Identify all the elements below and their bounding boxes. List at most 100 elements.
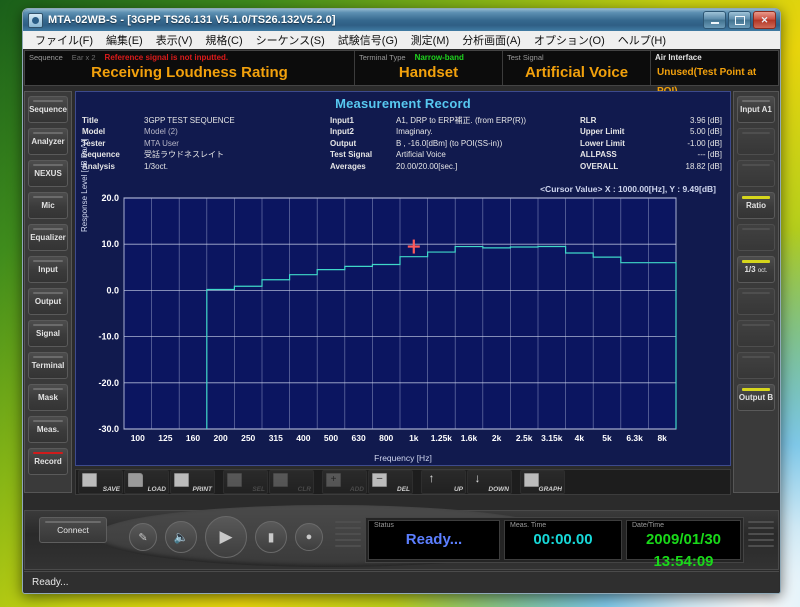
connect-button-label: Connect: [57, 525, 89, 535]
left-sidebar: Sequence Analyzer NEXUS Mic Equalizer Input Ou…: [24, 91, 72, 493]
rail-item-1-3-oct[interactable]: 1/3 oct.: [737, 256, 775, 283]
record-icon[interactable]: ●: [295, 523, 323, 551]
readout-group: Status Ready... Meas. Time 00:00.00 Date…: [365, 517, 744, 570]
sidebar-item-nexus[interactable]: NEXUS: [28, 160, 68, 187]
application-body: Sequence Ear x 2 Reference signal is not…: [23, 49, 780, 571]
graph-button[interactable]: GRAPH: [520, 470, 565, 494]
minus-icon: –: [372, 473, 387, 487]
button-cap: [33, 196, 63, 198]
metadata-key: Title: [82, 115, 99, 125]
plot-area[interactable]: Response Level [dB Pa/V] 20.0 10.0 0.0 -10.…: [76, 139, 730, 467]
terminal-band-mode: Narrow-band: [414, 53, 464, 62]
clear-icon: [273, 473, 288, 487]
sequence-info-panel[interactable]: Sequence Ear x 2 Reference signal is not…: [25, 51, 355, 85]
test-signal-panel[interactable]: Test Signal Artificial Voice: [503, 51, 651, 85]
load-button[interactable]: LOAD: [124, 470, 169, 494]
button-cap: [742, 100, 770, 102]
print-button[interactable]: PRINT: [170, 470, 215, 494]
terminal-type-panel[interactable]: Terminal Type Narrow-band Handset: [355, 51, 503, 85]
button-cap: [33, 292, 63, 294]
metadata-value: --- [dB]: [697, 150, 722, 159]
metadata-key: Input2: [330, 127, 354, 136]
menu-item-measure[interactable]: 測定(M): [405, 31, 456, 49]
connect-button[interactable]: Connect: [39, 517, 107, 543]
metadata-key: ALLPASS: [580, 150, 617, 159]
sidebar-item-sequence[interactable]: Sequence: [28, 96, 68, 123]
up-button[interactable]: ↑ UP: [421, 470, 466, 494]
metadata-row: Tester MTA User: [82, 138, 330, 148]
sidebar-item-meas[interactable]: Meas.: [28, 416, 68, 443]
sidebar-item-terminal[interactable]: Terminal: [28, 352, 68, 379]
stop-icon[interactable]: ▮: [255, 521, 287, 553]
menu-item-file[interactable]: ファイル(F): [29, 31, 99, 49]
metadata-row: OVERALL 18.82 [dB]: [580, 161, 724, 171]
button-cap: [33, 388, 63, 390]
menu-item-view[interactable]: 表示(V): [150, 31, 199, 49]
rail-item-blank-8: [737, 352, 775, 379]
menu-item-analysis[interactable]: 分析画面(A): [456, 31, 527, 49]
button-cap: [33, 228, 63, 230]
menu-item-help[interactable]: ヘルプ(H): [612, 31, 672, 49]
sidebar-item-mic[interactable]: Mic: [28, 192, 68, 219]
sidebar-item-equalizer[interactable]: Equalizer: [28, 224, 68, 251]
select-icon: [227, 473, 242, 487]
sequence-value: Receiving Loudness Rating: [91, 64, 288, 81]
menu-item-options[interactable]: オプション(O): [528, 31, 611, 49]
down-button[interactable]: ↓ DOWN: [467, 470, 512, 494]
x-tick-label: 200: [214, 433, 228, 443]
meas-time-value: 00:00.00: [533, 531, 593, 548]
menu-item-edit[interactable]: 編集(E): [100, 31, 149, 49]
metadata-value: B , -16.0[dBm] (to POI(SS-in)): [396, 138, 503, 148]
sidebar-item-label: 1/3 oct.: [744, 265, 768, 274]
metadata-key: Model: [82, 127, 106, 136]
x-tick-label: 315: [269, 433, 283, 443]
floppy-icon: [82, 473, 97, 487]
button-cap: [742, 260, 770, 263]
sidebar-item-analyzer[interactable]: Analyzer: [28, 128, 68, 155]
rail-item-input-a1[interactable]: Input A1: [737, 96, 775, 123]
play-icon[interactable]: ▶: [205, 516, 247, 558]
application-window: MTA-02WB-S - [3GPP TS26.131 V5.1.0/TS26.…: [22, 8, 781, 594]
sidebar-item-record[interactable]: Record: [28, 448, 68, 475]
metadata-row: Upper Limit 5.00 [dB]: [580, 127, 724, 137]
save-button[interactable]: SAVE: [78, 470, 123, 494]
record-toolbar: SAVE LOAD PRINT SEL CLR + ADD – DEL ↑ UP ↓ DOWN GRAPH: [75, 469, 731, 495]
graph-icon: [524, 473, 539, 487]
metadata-row: Averages 20.00/20.00[sec.]: [330, 161, 580, 171]
metadata-value: 5.00 [dB]: [689, 127, 722, 136]
chart-canvas[interactable]: 20.0 10.0 0.0 -10.0 -20.0 -30.0 100 125 160 200 25…: [76, 192, 690, 467]
button-cap: [742, 388, 770, 391]
metadata-value: 1/3oct.: [144, 161, 169, 171]
speaker-icon[interactable]: 🔈: [165, 521, 197, 553]
right-sidebar: Input A1 Ratio 1/3 oct. Output B: [733, 91, 779, 493]
sidebar-item-output[interactable]: Output: [28, 288, 68, 315]
air-interface-label: Air Interface: [655, 53, 702, 62]
y-tick-label: 20.0: [101, 193, 119, 203]
metadata-key: RLR: [580, 115, 597, 125]
minimize-icon[interactable]: [703, 11, 726, 29]
rail-item-ratio[interactable]: Ratio: [737, 192, 775, 219]
sidebar-item-label: NEXUS: [34, 169, 62, 178]
button-cap: [33, 324, 63, 326]
sidebar-item-input[interactable]: Input: [28, 256, 68, 283]
record-metadata: Title 3GPP TEST SEQUENCE Model Model (2) Tes…: [76, 111, 730, 173]
datetime-readout: Date/Time 2009/01/30 13:54:09: [626, 520, 741, 570]
menu-item-standard[interactable]: 規格(C): [199, 31, 248, 49]
sidebar-item-mask[interactable]: Mask: [28, 384, 68, 411]
menu-item-test-signal[interactable]: 試験信号(G): [332, 31, 404, 49]
menu-item-sequence[interactable]: シーケンス(S): [250, 31, 331, 49]
air-interface-panel[interactable]: Air Interface Unused(Test Point at POI): [651, 51, 778, 97]
sidebar-item-signal[interactable]: Signal: [28, 320, 68, 347]
pen-icon[interactable]: ✎: [129, 523, 157, 551]
del-button[interactable]: – DEL: [368, 470, 413, 494]
metadata-value: A1, DRP to ERP補正. (from ERP(R)): [396, 115, 527, 125]
close-icon[interactable]: ✕: [753, 11, 776, 29]
maximize-icon[interactable]: [728, 11, 751, 29]
button-cap: [33, 420, 63, 422]
sidebar-item-label: Output B: [738, 393, 774, 402]
rail-item-output-b[interactable]: Output B: [737, 384, 775, 411]
metadata-row: RLR 3.96 [dB]: [580, 115, 724, 125]
status-label: Status: [374, 522, 394, 529]
grill-decor-right: [748, 521, 774, 555]
sel-button: SEL: [223, 470, 268, 494]
